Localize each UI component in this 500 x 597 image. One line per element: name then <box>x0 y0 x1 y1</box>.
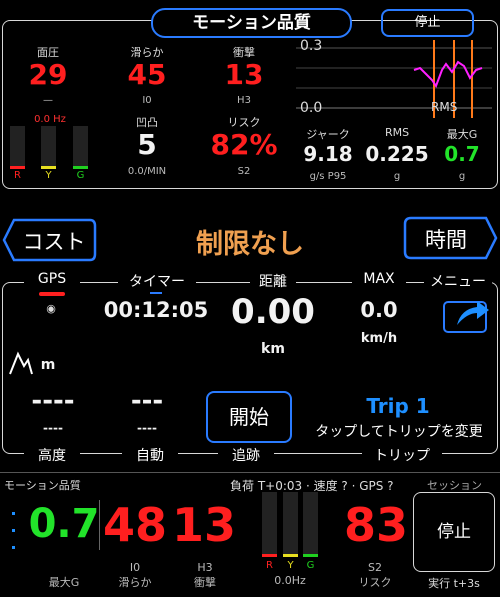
bottom-impact-label2: 衝撃 <box>194 576 216 589</box>
track-label[interactable]: 追跡 <box>218 445 274 465</box>
rms-label: RMS <box>384 126 410 139</box>
bottom-stop-button[interactable]: 停止 <box>413 492 495 572</box>
smooth-value: 45 <box>127 58 167 91</box>
start-button[interactable]: 開始 <box>206 391 292 443</box>
max-unit: km/h <box>360 331 398 346</box>
jerk-label: ジャーク <box>306 128 350 141</box>
distance-label[interactable]: 距離 <box>250 271 296 291</box>
bottom-impact-value: 13 <box>172 498 237 552</box>
auto-sub: ---- <box>137 421 157 435</box>
maxg-sub: g <box>458 171 466 182</box>
trip-title[interactable]: Trip 1 <box>348 394 448 418</box>
bottom-meter-r <box>262 492 277 557</box>
timer-value: 00:12:05 <box>103 298 209 322</box>
rms-graph-svg <box>296 40 492 118</box>
meter-r-label: R <box>14 170 21 181</box>
timer-label[interactable]: タイマー <box>118 271 196 291</box>
altitude-sub: ---- <box>43 421 63 435</box>
impact-sub: H3 <box>237 95 251 106</box>
bottom-exec-label: 実行 t+3s <box>428 577 480 590</box>
bottom-risk-label2: リスク <box>358 576 392 589</box>
bottom-session: セッション <box>427 479 482 492</box>
time-button[interactable]: 時間 <box>403 216 498 260</box>
bottom-maxg-label: 最大G <box>48 576 80 589</box>
mountain-icon-svg <box>9 351 33 375</box>
share-icon <box>457 301 489 325</box>
mountain-icon <box>8 348 34 376</box>
top-stop-button[interactable]: 停止 <box>381 9 474 37</box>
risk-value: 82% <box>210 128 278 161</box>
bottom-maxg-value: 0.7 <box>28 501 100 547</box>
bottom-divider <box>0 472 500 473</box>
top-title: モーション品質 <box>151 8 352 38</box>
pressure-value: 29 <box>28 58 68 91</box>
meter-y-label: Y <box>45 170 52 181</box>
altitude-label[interactable]: 高度 <box>24 445 80 465</box>
rms-value: 0.225 <box>365 142 429 166</box>
bottom-hz: 0.0Hz <box>274 574 306 587</box>
bottom-risk-label: S2 <box>368 561 382 574</box>
maxg-label: 最大G <box>446 128 478 141</box>
gps-indicator <box>39 292 65 296</box>
bottom-title: モーション品質 <box>4 479 81 492</box>
smooth-sub: I0 <box>142 95 152 106</box>
max-label[interactable]: MAX <box>352 271 406 287</box>
bottom-meter-g <box>303 492 318 557</box>
risk-sub: S2 <box>237 166 251 177</box>
graph-top-label: 0.3 <box>300 38 323 54</box>
dots-indicator <box>12 512 16 552</box>
bottom-meter-y <box>283 492 298 557</box>
cost-label: コスト <box>22 230 86 254</box>
bump-value: 5 <box>137 128 157 161</box>
bottom-meter-g-label: G <box>306 560 315 571</box>
pressure-sub: — <box>43 95 53 106</box>
timer-indicator <box>150 292 162 294</box>
dot-1 <box>12 512 15 515</box>
jerk-value: 9.18 <box>303 142 353 166</box>
bottom-impact-label: H3 <box>197 561 213 574</box>
maxg-value: 0.7 <box>444 142 480 166</box>
gps-label[interactable]: GPS <box>24 271 80 287</box>
meter-g <box>73 126 88 169</box>
cost-button[interactable]: コスト <box>2 218 97 262</box>
auto-value: --- <box>130 386 164 416</box>
meter-y <box>41 126 56 169</box>
trip-label[interactable]: トリップ <box>362 445 442 465</box>
meter-g-label: G <box>76 170 85 181</box>
altitude-value: ---- <box>31 386 75 416</box>
time-label: 時間 <box>425 228 467 252</box>
menu-label[interactable]: メニュー <box>424 271 492 291</box>
rms-sub: g <box>393 171 401 182</box>
impact-value: 13 <box>224 58 264 91</box>
trip-subtitle[interactable]: タップしてトリップを変更 <box>302 421 496 441</box>
alt-unit: m <box>40 357 56 373</box>
bottom-smooth-label: I0 <box>129 561 141 574</box>
meter-r <box>10 126 25 169</box>
bottom-risk-value: 83 <box>343 498 408 552</box>
distance-value: 0.00 <box>231 292 315 332</box>
dot-3 <box>12 546 15 549</box>
bottom-meter-r-label: R <box>266 560 273 571</box>
graph-bottom-label: 0.0 <box>300 100 323 116</box>
gps-target-icon: ◉ <box>46 302 56 315</box>
bottom-meter-y-label: Y <box>287 560 294 571</box>
share-button[interactable] <box>443 301 489 333</box>
max-value: 0.0 <box>360 298 398 322</box>
bottom-smooth-label2: 滑らか <box>118 576 152 589</box>
bump-sub: 0.0/MIN <box>127 166 167 177</box>
graph-rms-label: RMS <box>431 100 458 114</box>
jerk-sub: g/s P95 <box>309 171 347 182</box>
dot-2 <box>12 529 15 532</box>
bottom-smooth-value: 48 <box>102 498 167 552</box>
limit-title: 制限なし <box>196 229 304 260</box>
distance-unit: km <box>261 341 285 357</box>
auto-label[interactable]: 自動 <box>122 445 178 465</box>
rms-graph <box>296 40 492 118</box>
hz-label: 0.0 Hz <box>34 114 66 125</box>
